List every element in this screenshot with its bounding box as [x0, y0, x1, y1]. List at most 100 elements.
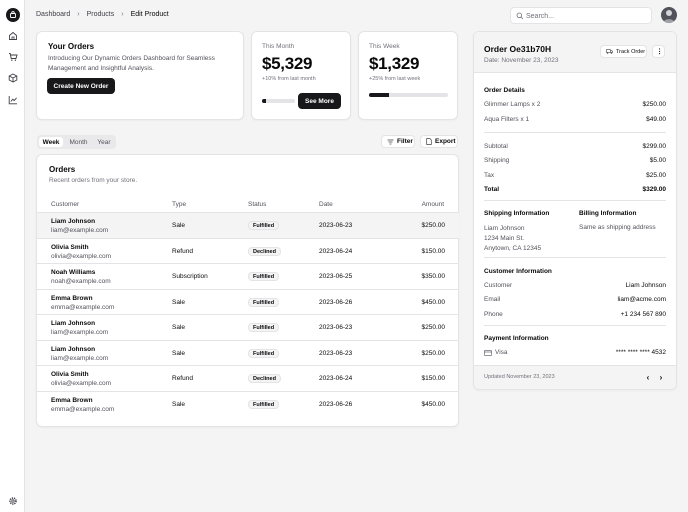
orders-subtitle: Recent orders from your store.	[49, 177, 138, 184]
filter-button[interactable]: Filter	[381, 135, 415, 148]
create-new-order-button[interactable]: Create New Order	[47, 78, 115, 94]
breadcrumb-dashboard[interactable]: Dashboard	[36, 11, 70, 18]
settings-icon[interactable]	[6, 494, 19, 507]
item-value: $49.00	[646, 116, 666, 123]
order-amount: $150.00	[421, 375, 446, 382]
table-row[interactable]: Liam Johnson liam@example.com Sale Fulfille…	[37, 314, 459, 340]
chart-icon[interactable]	[6, 93, 19, 106]
order-amount: $250.00	[421, 222, 446, 229]
home-icon[interactable]	[6, 29, 19, 42]
item-value: $250.00	[642, 101, 667, 108]
col-status: Status	[248, 201, 267, 208]
payment-info-heading: Payment Information	[484, 335, 549, 342]
tab-year[interactable]: Year	[94, 137, 114, 147]
payment-method: Visa	[484, 349, 508, 356]
this-week-label: This Week	[369, 43, 400, 50]
search-input[interactable]: Search...	[510, 7, 652, 24]
export-button[interactable]: Export	[420, 135, 458, 148]
col-type: Type	[172, 201, 187, 208]
breadcrumb-products[interactable]: Products	[87, 11, 115, 18]
total-value: $329.00	[642, 186, 667, 193]
order-detail-card: Order Oe31b70H Date: November 23, 2023 T…	[473, 31, 677, 390]
track-order-button[interactable]: Track Order	[600, 45, 647, 58]
order-detail-footer: Updated November 23, 2023 ‹ ›	[474, 365, 676, 389]
customer-name: Liam Johnson	[51, 218, 96, 225]
filter-icon	[387, 139, 394, 144]
next-order-button[interactable]: ›	[655, 371, 667, 383]
order-type: Sale	[172, 299, 186, 306]
table-row[interactable]: Emma Brown emma@example.com Sale Fulfilled 2…	[37, 289, 459, 315]
customer-row: Customer Liam Johnson	[484, 282, 666, 289]
tax-row: Tax $25.00	[484, 172, 666, 179]
customer-email: olivia@example.com	[51, 380, 112, 387]
truck-icon	[606, 49, 613, 54]
customer-name: Noah Williams	[51, 269, 96, 276]
this-month-value: $5,329	[262, 54, 313, 73]
order-date: Date: November 23, 2023	[484, 57, 559, 64]
divider	[484, 325, 666, 326]
tax-label: Tax	[484, 172, 495, 179]
address-line: Anytown, CA 12345	[484, 245, 542, 252]
header: Dashboard › Products › Edit Product Sear…	[25, 0, 688, 30]
table-row[interactable]: Emma Brown emma@example.com Sale Fulfilled 2…	[37, 391, 459, 417]
package-icon[interactable]	[6, 71, 19, 84]
order-date: 2023-06-23	[319, 350, 353, 357]
customer-email: noah@example.com	[51, 278, 111, 285]
table-row[interactable]: Noah Williams noah@example.com Subscriptio…	[37, 263, 459, 289]
item-label: Aqua Filters x 1	[484, 116, 530, 123]
order-type: Subscription	[172, 273, 208, 280]
subtotal-value: $299.00	[642, 143, 667, 150]
breadcrumb-edit-product: Edit Product	[130, 11, 169, 18]
more-options-button[interactable]: ···	[652, 45, 665, 58]
divider	[484, 257, 666, 258]
customer-email: liam@example.com	[51, 355, 109, 362]
order-type: Sale	[172, 324, 186, 331]
this-month-card: This Month $5,329 +10% from last month S…	[251, 31, 351, 120]
order-date: 2023-06-24	[319, 375, 353, 382]
total-label: Total	[484, 186, 500, 193]
orders-card: Orders Recent orders from your store. Cu…	[36, 154, 459, 427]
total-row: Total $329.00	[484, 186, 666, 193]
table-row[interactable]: Liam Johnson liam@example.com Sale Fulfille…	[37, 340, 459, 366]
phone-row: Phone +1 234 567 890	[484, 311, 666, 318]
phone-value[interactable]: +1 234 567 890	[621, 311, 666, 318]
customer-name: Olivia Smith	[51, 371, 89, 378]
your-orders-card: Your Orders Introducing Our Dynamic Orde…	[36, 31, 244, 120]
divider	[484, 200, 666, 201]
table-row[interactable]: Olivia Smith olivia@example.com Refund Decl…	[37, 365, 459, 391]
order-amount: $350.00	[421, 273, 446, 280]
order-type: Refund	[172, 375, 193, 382]
logo-icon[interactable]	[5, 8, 20, 22]
tab-month[interactable]: Month	[65, 137, 92, 147]
customer-email: liam@example.com	[51, 227, 109, 234]
customer-email: emma@example.com	[51, 304, 115, 311]
status-badge: Fulfilled	[248, 272, 280, 281]
subtotal-label: Subtotal	[484, 143, 508, 150]
prev-order-button[interactable]: ‹	[642, 371, 654, 383]
order-date: 2023-06-26	[319, 401, 353, 408]
billing-address: Same as shipping address	[579, 224, 656, 231]
tab-week[interactable]: Week	[39, 137, 63, 147]
your-orders-description: Introducing Our Dynamic Orders Dashboard…	[48, 55, 215, 72]
breadcrumb: Dashboard › Products › Edit Product	[36, 11, 169, 18]
this-month-progress	[262, 99, 295, 103]
email-value[interactable]: liam@acme.com	[618, 296, 667, 303]
sidebar	[0, 0, 25, 512]
table-row[interactable]: Olivia Smith olivia@example.com Refund Decl…	[37, 238, 459, 264]
cart-icon[interactable]	[6, 50, 19, 63]
order-type: Sale	[172, 350, 186, 357]
this-month-delta: +10% from last month	[262, 76, 316, 82]
payment-method-label: Visa	[495, 349, 508, 356]
period-tabs: Week Month Year	[37, 135, 116, 149]
order-amount: $250.00	[421, 324, 446, 331]
avatar[interactable]	[661, 7, 677, 23]
see-more-button[interactable]: See More	[298, 93, 341, 109]
col-amount: Amount	[421, 201, 444, 208]
divider	[484, 132, 666, 133]
table-row[interactable]: Liam Johnson liam@example.com Sale Fulfille…	[37, 212, 459, 238]
order-amount: $150.00	[421, 248, 446, 255]
chevron-right-icon: ›	[659, 372, 663, 382]
address-line: 1234 Main St.	[484, 235, 525, 242]
status-badge: Declined	[248, 374, 281, 383]
search-icon	[516, 12, 524, 20]
